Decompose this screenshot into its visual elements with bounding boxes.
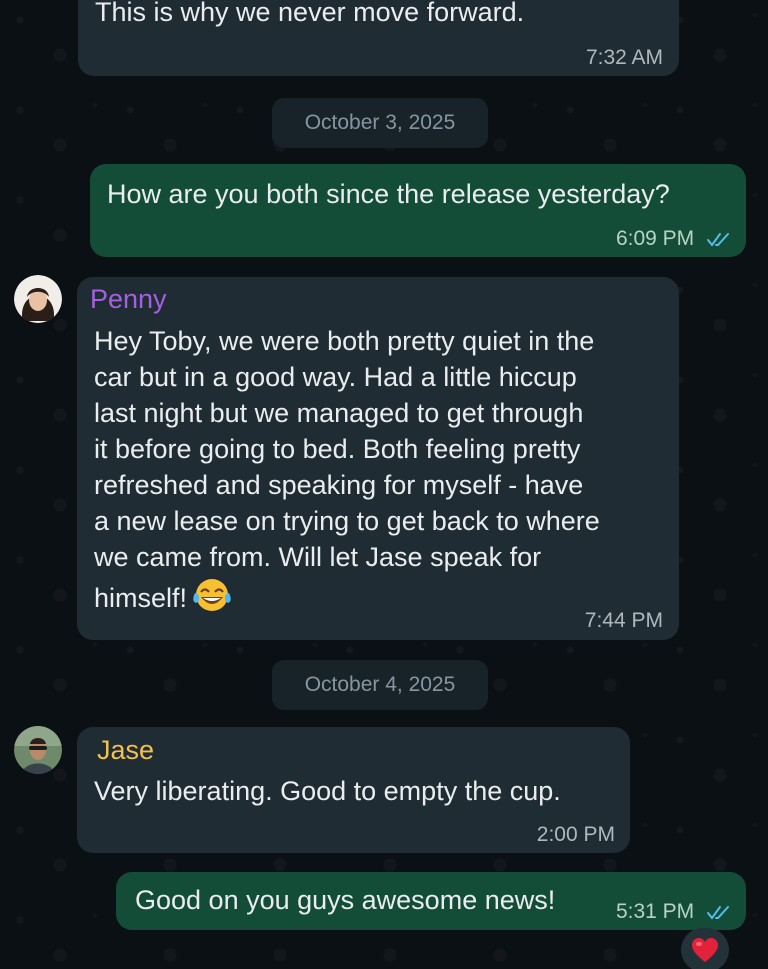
avatar-penny[interactable]	[14, 275, 62, 323]
message-bubble-incoming[interactable]: This is why we never move forward. 7:32 …	[78, 0, 679, 76]
avatar-jase[interactable]	[14, 726, 62, 774]
double-check-read-icon	[707, 906, 729, 920]
sender-name: Jase	[97, 735, 155, 765]
message-bubble-incoming[interactable]: Jase Very liberating. Good to empty the …	[77, 727, 630, 853]
message-time-label: 6:09 PM	[615, 227, 695, 250]
sender-name: Penny	[90, 284, 167, 314]
message-text: Hey Toby, we were both pretty quiet in t…	[94, 326, 600, 613]
avatar-photo	[14, 275, 62, 323]
message-text-block: Hey Toby, we were both pretty quiet in t…	[94, 323, 674, 616]
date-separator: October 3, 2025	[272, 98, 488, 148]
message-text: This is why we never move forward.	[95, 0, 525, 27]
message-bubble-incoming[interactable]: Penny Hey Toby, we were both pretty quie…	[77, 277, 679, 640]
message-bubble-outgoing[interactable]: Good on you guys awesome news! 5:31 PM	[116, 872, 746, 930]
reaction-badge[interactable]	[681, 928, 729, 969]
avatar-photo	[14, 726, 62, 774]
message-text: Very liberating. Good to empty the cup.	[94, 776, 561, 806]
red-heart-icon	[692, 938, 718, 962]
message-time-label: 5:31 PM	[615, 900, 695, 923]
message-bubble-outgoing[interactable]: How are you both since the release yeste…	[90, 164, 746, 257]
double-check-read-icon	[707, 233, 729, 247]
message-time: 2:00 PM	[536, 823, 615, 846]
message-time: 6:09 PM	[616, 227, 734, 251]
message-text: How are you both since the release yeste…	[107, 179, 670, 209]
message-time: 5:31 PM	[616, 900, 734, 924]
message-text: Good on you guys awesome news!	[135, 885, 556, 915]
chat-area[interactable]: This is why we never move forward. 7:32 …	[0, 0, 768, 969]
tears-of-joy-emoji	[193, 579, 232, 611]
message-time: 7:44 PM	[584, 609, 663, 632]
message-time: 7:32 AM	[585, 46, 663, 69]
date-separator: October 4, 2025	[272, 660, 488, 710]
